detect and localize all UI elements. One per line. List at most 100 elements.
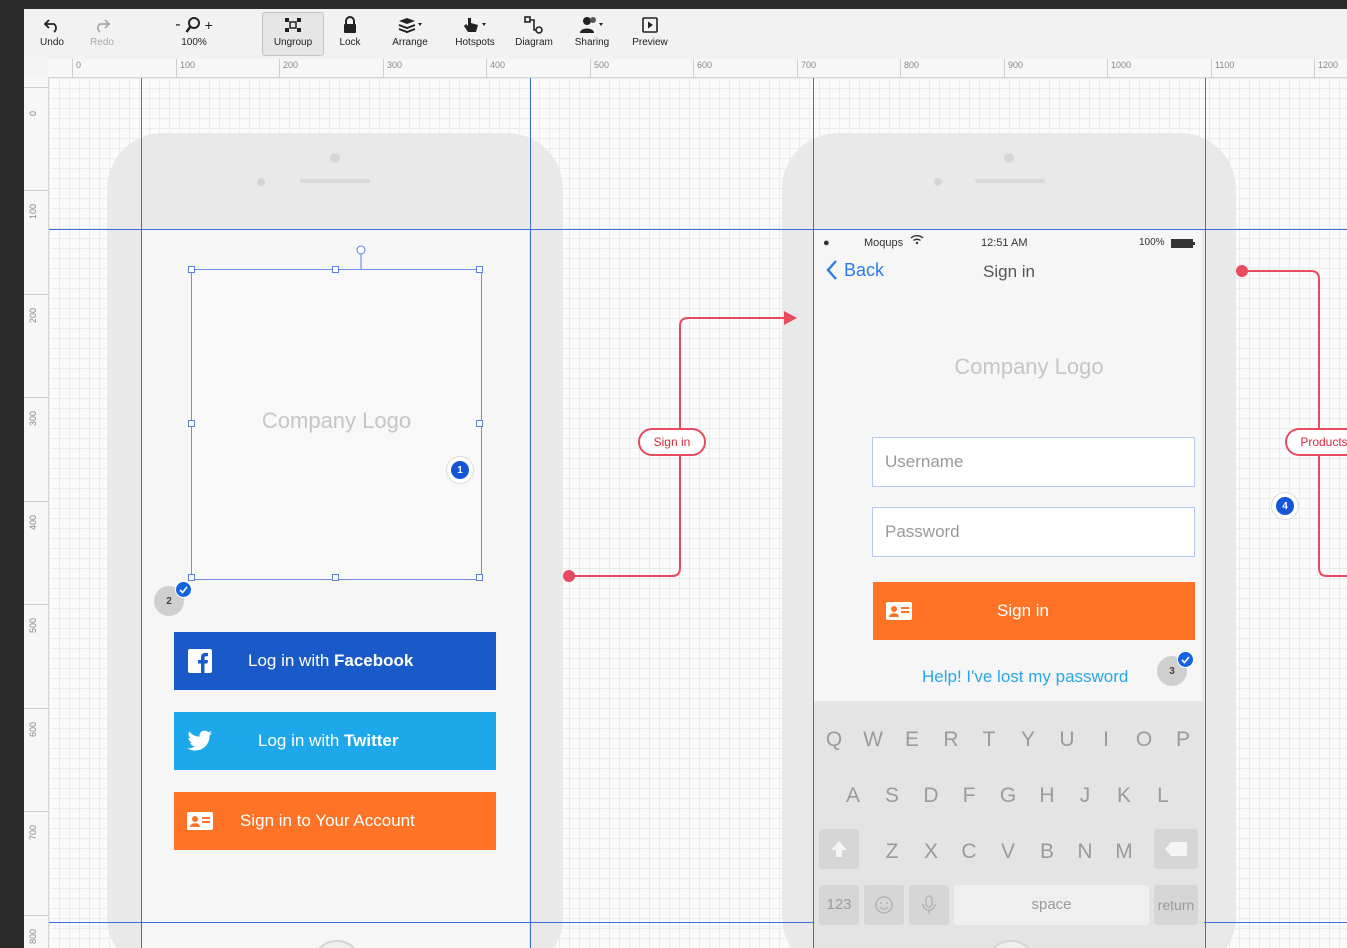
hotspots-label: Hotspots	[455, 37, 495, 48]
key-t[interactable]: T	[974, 728, 1004, 752]
ruler-label: 300	[383, 59, 402, 77]
badge-number: 3	[1169, 665, 1175, 677]
diagram-icon	[510, 13, 558, 37]
key-i[interactable]: I	[1091, 728, 1121, 752]
key-l[interactable]: L	[1148, 784, 1178, 808]
sign-in-button[interactable]: Sign in	[873, 582, 1195, 640]
key-j[interactable]: J	[1070, 784, 1100, 808]
diagram-button[interactable]: Diagram	[510, 13, 558, 55]
key-y[interactable]: Y	[1013, 728, 1043, 752]
zoom-out-button[interactable]: -	[175, 16, 180, 34]
connector-label-products[interactable]: Products	[1285, 428, 1347, 456]
key-g[interactable]: G	[993, 784, 1023, 808]
key-n[interactable]: N	[1070, 840, 1100, 864]
arrange-button[interactable]: Arrange	[384, 13, 436, 55]
zoom-in-button[interactable]: +	[205, 17, 213, 33]
lock-label: Lock	[339, 37, 361, 48]
key-k[interactable]: K	[1109, 784, 1139, 808]
redo-button[interactable]: Redo	[80, 13, 124, 55]
key-f[interactable]: F	[954, 784, 984, 808]
ruler-label: 500	[28, 617, 38, 633]
ruler-label: 0	[72, 59, 81, 77]
ruler-tick: 100	[24, 190, 48, 219]
hand-pointer-icon	[448, 13, 502, 37]
ruler-tick: 400	[24, 501, 48, 530]
key-p[interactable]: P	[1168, 728, 1198, 752]
key-c[interactable]: C	[954, 840, 984, 864]
hotspots-button[interactable]: Hotspots	[448, 13, 502, 55]
redo-label: Redo	[90, 37, 114, 48]
ruler-tick: 0	[24, 87, 48, 116]
zoom-level: 100%	[181, 37, 207, 48]
ruler-label: 700	[797, 59, 816, 77]
key-b[interactable]: B	[1032, 840, 1062, 864]
lost-password-link[interactable]: Help! I've lost my password	[922, 667, 1128, 687]
key-x[interactable]: X	[916, 840, 946, 864]
key-z[interactable]: Z	[877, 840, 907, 864]
undo-button[interactable]: Undo	[30, 13, 74, 55]
zoom-control[interactable]: - + 100%	[164, 13, 224, 55]
arrange-icon	[384, 13, 436, 37]
backspace-key[interactable]	[1154, 829, 1198, 869]
toolbar: Undo Redo - + 100% Ungroup Lock Arrange …	[24, 9, 1347, 59]
lock-button[interactable]: Lock	[330, 13, 370, 55]
key-o[interactable]: O	[1129, 728, 1159, 752]
zoom-icon	[185, 17, 200, 33]
key-v[interactable]: V	[993, 840, 1023, 864]
badge-number: 4	[1276, 497, 1294, 515]
wifi-icon	[910, 235, 924, 248]
key-r[interactable]: R	[936, 728, 966, 752]
shift-key[interactable]	[819, 829, 859, 869]
battery-icon	[1171, 239, 1195, 251]
app-window: Undo Redo - + 100% Ungroup Lock Arrange …	[24, 9, 1347, 948]
ungroup-button[interactable]: Ungroup	[262, 12, 324, 56]
key-s[interactable]: S	[877, 784, 907, 808]
sharing-button[interactable]: Sharing	[570, 13, 614, 55]
key-a[interactable]: A	[838, 784, 868, 808]
password-input[interactable]: Password	[872, 507, 1195, 557]
space-key[interactable]: space	[954, 885, 1149, 925]
nav-title: Sign in	[983, 262, 1035, 281]
ruler-label: 800	[28, 928, 38, 944]
ruler-label: 200	[28, 307, 38, 323]
username-input[interactable]: Username	[872, 437, 1195, 487]
key-h[interactable]: H	[1032, 784, 1062, 808]
undo-icon	[30, 13, 74, 37]
ruler-vertical: 0 100 200 300 400 500 600 700 800	[24, 77, 49, 948]
id-card-icon	[885, 602, 913, 620]
sharing-label: Sharing	[574, 37, 610, 48]
ruler-label: 1000	[1107, 59, 1131, 77]
ruler-tick: 200	[24, 294, 48, 323]
ruler-label: 1200	[1314, 59, 1338, 77]
ruler-label: 200	[279, 59, 298, 77]
redo-icon	[80, 13, 124, 37]
back-button[interactable]: Back	[826, 259, 884, 281]
connector-label-text: Products	[1300, 435, 1347, 449]
microphone-icon	[922, 895, 936, 914]
preview-button[interactable]: Preview	[628, 13, 672, 55]
key-m[interactable]: M	[1109, 840, 1139, 864]
return-key[interactable]: return	[1154, 885, 1198, 925]
ruler-label: 600	[693, 59, 712, 77]
ruler-tick: 600	[24, 708, 48, 737]
ruler-label: 600	[28, 721, 38, 737]
key-u[interactable]: U	[1052, 728, 1082, 752]
shift-icon	[831, 841, 847, 857]
keyboard: Q W E R T Y U I O P A S D F G H J K L Z …	[814, 701, 1204, 948]
ruler-label: 100	[28, 203, 38, 219]
connector-label-sign-in[interactable]: Sign in	[638, 428, 706, 456]
dictation-key[interactable]	[909, 885, 949, 925]
numbers-key[interactable]: 123	[819, 885, 859, 925]
key-w[interactable]: W	[858, 728, 888, 752]
canvas[interactable]: Company Logo 1 2 Log in with Facebook Lo…	[49, 78, 1347, 948]
key-e[interactable]: E	[897, 728, 927, 752]
play-icon	[628, 13, 672, 37]
diagram-label: Diagram	[515, 37, 553, 48]
comment-badge-4[interactable]: 4	[1272, 493, 1298, 519]
signal-dots: ●	[823, 237, 830, 249]
ruler-label: 100	[176, 59, 195, 77]
users-icon	[570, 13, 614, 37]
emoji-key[interactable]	[864, 885, 904, 925]
key-q[interactable]: Q	[819, 728, 849, 752]
key-d[interactable]: D	[916, 784, 946, 808]
